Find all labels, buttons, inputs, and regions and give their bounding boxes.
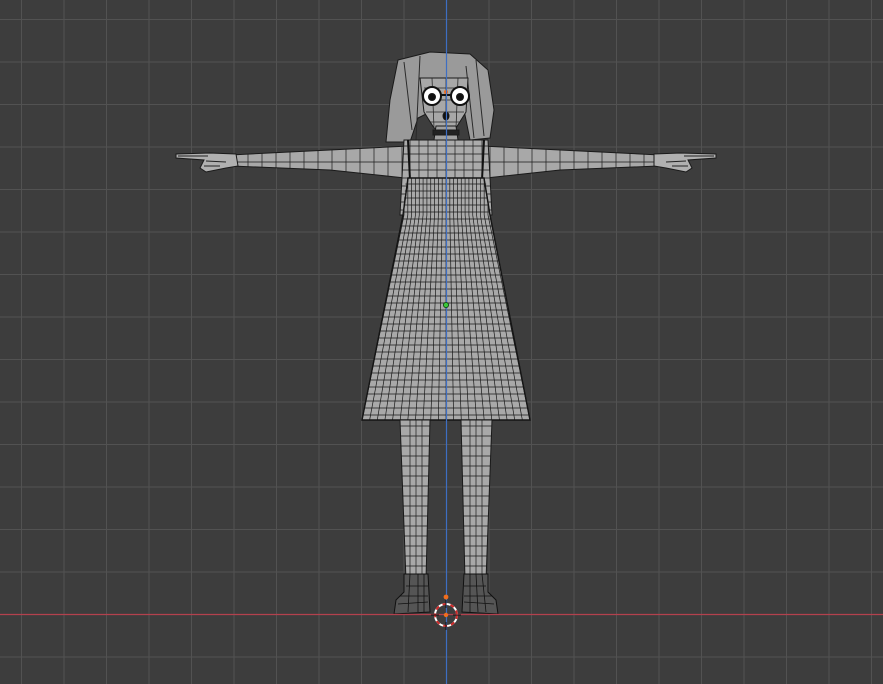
viewport-canvas[interactable] <box>0 0 883 684</box>
selected-vertex-dot <box>443 594 449 600</box>
boot-left <box>393 573 431 615</box>
boot-right <box>461 573 499 615</box>
3d-viewport[interactable] <box>0 0 883 684</box>
selected-vertex-dot <box>443 612 449 618</box>
object-origin-dot[interactable] <box>442 301 449 308</box>
